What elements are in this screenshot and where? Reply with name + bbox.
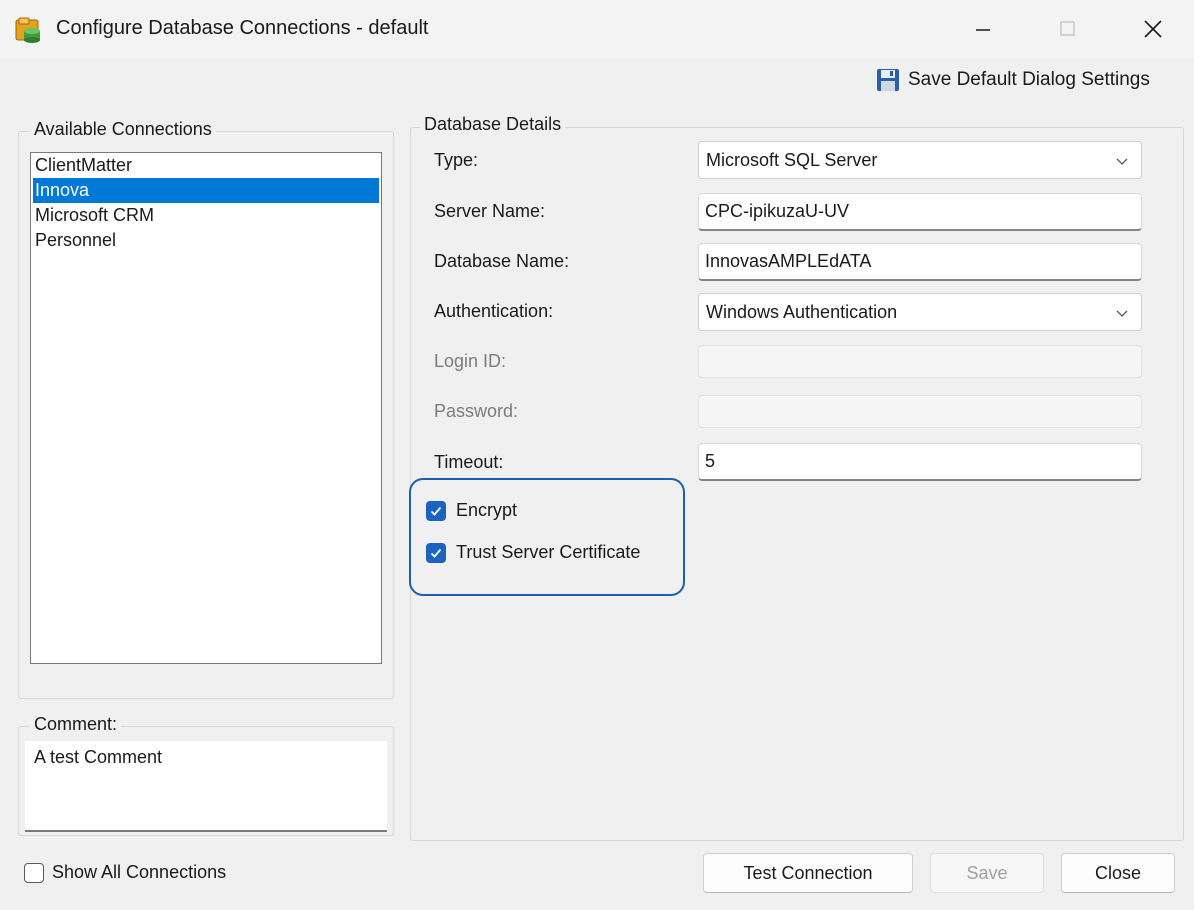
list-item-selected[interactable]: Innova (33, 178, 379, 203)
database-config-icon (14, 16, 44, 44)
list-item[interactable]: Microsoft CRM (31, 203, 381, 228)
timeout-input[interactable]: 5 (698, 443, 1142, 481)
checkbox-checked[interactable] (426, 542, 446, 563)
minimize-icon (976, 29, 990, 31)
available-connections-legend: Available Connections (30, 119, 216, 140)
database-name-value: InnovasAMPLEdATA (705, 251, 872, 271)
database-name-input[interactable]: InnovasAMPLEdATA (698, 243, 1142, 281)
server-name-value: CPC-ipikuzaU-UV (705, 201, 850, 221)
encrypt-label: Encrypt (456, 500, 518, 520)
checkmark-icon (430, 506, 442, 516)
show-all-label: Show All Connections (52, 862, 227, 882)
minimize-button[interactable] (960, 8, 1006, 50)
chevron-down-icon (1116, 158, 1128, 165)
highlight-outline (409, 478, 685, 596)
type-dropdown[interactable]: Microsoft SQL Server (698, 141, 1142, 179)
type-value: Microsoft SQL Server (706, 149, 878, 170)
floppy-disk-icon (877, 69, 899, 91)
save-button[interactable]: Save (930, 853, 1044, 893)
close-window-button[interactable] (1130, 8, 1176, 50)
comment-legend: Comment: (30, 714, 122, 735)
database-name-label: Database Name: (434, 251, 570, 271)
login-id-input[interactable] (698, 345, 1142, 378)
login-id-label: Login ID: (434, 351, 507, 371)
maximize-button[interactable] (1044, 8, 1090, 50)
test-connection-button[interactable]: Test Connection (703, 853, 913, 893)
authentication-value: Windows Authentication (706, 301, 898, 322)
list-item[interactable]: ClientMatter (31, 153, 381, 178)
database-details-legend: Database Details (420, 114, 566, 135)
save-default-label: Save Default Dialog Settings (908, 69, 1150, 90)
authentication-label: Authentication: (434, 301, 554, 321)
authentication-dropdown[interactable]: Windows Authentication (698, 293, 1142, 331)
server-name-label: Server Name: (434, 201, 546, 221)
password-label: Password: (434, 401, 519, 421)
timeout-value: 5 (705, 451, 716, 471)
maximize-icon (1060, 21, 1075, 36)
trust-server-certificate-label: Trust Server Certificate (456, 542, 641, 562)
comment-textarea[interactable]: A test Comment (25, 741, 387, 832)
close-button[interactable]: Close (1061, 853, 1175, 893)
encrypt-checkbox[interactable]: Encrypt (426, 500, 517, 521)
connections-listbox[interactable]: ClientMatter Innova Microsoft CRM Person… (30, 152, 382, 664)
checkbox-checked[interactable] (426, 500, 446, 521)
checkmark-icon (430, 548, 442, 558)
save-default-settings-button[interactable]: Save Default Dialog Settings (876, 64, 1150, 96)
window-title: Configure Database Connections - default (56, 17, 429, 39)
server-name-input[interactable]: CPC-ipikuzaU-UV (698, 193, 1142, 231)
trust-server-certificate-checkbox[interactable]: Trust Server Certificate (426, 542, 640, 563)
type-label: Type: (434, 150, 479, 170)
password-input[interactable] (698, 395, 1142, 428)
timeout-label: Timeout: (434, 452, 504, 472)
checkbox-box[interactable] (24, 862, 44, 883)
show-all-connections-checkbox[interactable]: Show All Connections (24, 862, 226, 883)
close-icon (1144, 20, 1162, 38)
chevron-down-icon (1116, 310, 1128, 317)
list-item[interactable]: Personnel (31, 228, 381, 253)
